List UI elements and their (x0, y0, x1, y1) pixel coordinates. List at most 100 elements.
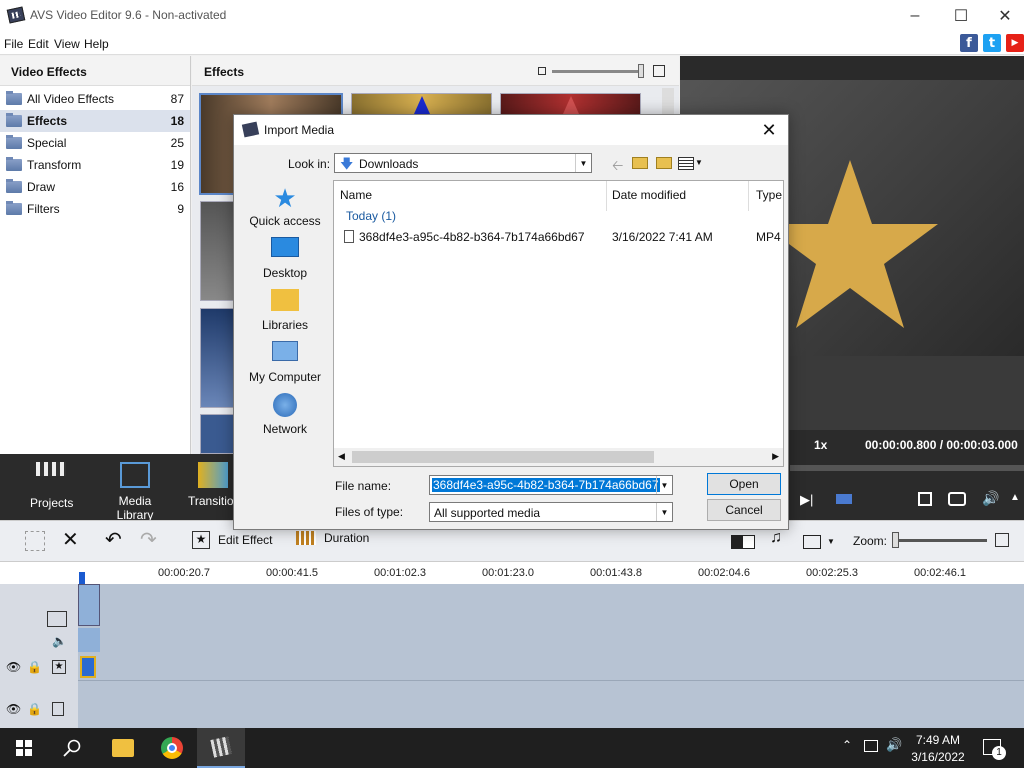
notification-count: 1 (992, 746, 1006, 760)
file-row[interactable]: 368df4e3-a95c-4b82-b364-7b174a66bd67 3/1… (334, 227, 783, 247)
facebook-icon[interactable]: f (960, 34, 978, 52)
category-all-video-effects[interactable]: All Video Effects 87 (0, 88, 190, 110)
horizontal-scrollbar[interactable]: ◀ ▶ (334, 448, 783, 466)
playhead[interactable] (79, 572, 85, 584)
preview-top-bar (680, 56, 1024, 80)
place-network[interactable]: Network (240, 393, 330, 445)
timeline-ruler[interactable]: 00:00:20.7 00:00:41.5 00:01:02.3 00:01:2… (0, 562, 1024, 584)
view-menu-icon[interactable] (678, 157, 694, 170)
video-clip[interactable] (78, 584, 100, 626)
fit-zoom-icon[interactable] (995, 533, 1009, 547)
menu-help[interactable]: Help (84, 37, 109, 51)
windows-start-icon[interactable] (16, 740, 32, 756)
column-name[interactable]: Name (340, 188, 372, 202)
audio-mixer-icon[interactable]: ♫ (770, 529, 782, 547)
column-divider[interactable] (606, 181, 607, 211)
place-my-computer[interactable]: My Computer (240, 341, 330, 393)
monitor-icon[interactable] (803, 535, 821, 549)
lock-icon[interactable]: 🔒 (27, 660, 42, 674)
volume-icon[interactable]: 🔊 (886, 737, 902, 753)
twitter-icon[interactable]: t (983, 34, 1001, 52)
cancel-button[interactable]: Cancel (707, 499, 781, 521)
menu-file[interactable]: File (4, 37, 23, 51)
duration-button[interactable]: Duration (296, 531, 369, 545)
category-transform[interactable]: Transform 19 (0, 154, 190, 176)
back-icon[interactable]: 🡠 (612, 155, 623, 179)
fullscreen-mode-icon[interactable] (836, 494, 852, 504)
chevron-down-icon[interactable]: ▼ (656, 476, 672, 494)
look-in-dropdown[interactable]: 🡇 Downloads ▼ (334, 153, 592, 173)
small-size-icon[interactable] (538, 67, 546, 75)
dropdown-icon[interactable]: ▼ (827, 537, 835, 546)
maximize-button[interactable]: ☐ (938, 0, 984, 31)
category-effects[interactable]: Effects 18 (0, 110, 190, 132)
close-button[interactable]: ✕ (982, 0, 1024, 31)
new-folder-icon[interactable] (656, 157, 672, 169)
up-folder-icon[interactable] (632, 157, 648, 169)
overlay-track-icon (52, 702, 64, 716)
menu-view[interactable]: View (54, 37, 80, 51)
column-divider[interactable] (748, 181, 749, 211)
effect-thumbnail[interactable] (500, 93, 641, 115)
minimize-button[interactable]: – (892, 0, 938, 31)
place-libraries[interactable]: Libraries (240, 289, 330, 341)
redo-icon[interactable]: ↷ (140, 527, 157, 552)
thumb-size-slider-handle[interactable] (638, 64, 644, 78)
place-quick-access[interactable]: ★ Quick access (240, 185, 330, 237)
clock-date[interactable]: 3/16/2022 (910, 750, 966, 764)
zoom-slider[interactable] (892, 539, 987, 542)
visibility-eye-icon[interactable]: 👁 (6, 702, 21, 716)
ruler-tick: 00:01:23.0 (482, 567, 534, 579)
search-icon[interactable] (63, 739, 81, 757)
timeline-area[interactable] (0, 584, 1024, 728)
file-explorer-icon[interactable] (112, 739, 134, 757)
place-desktop[interactable]: Desktop (240, 237, 330, 289)
undo-icon[interactable]: ↶ (105, 527, 122, 552)
category-special[interactable]: Special 25 (0, 132, 190, 154)
snapshot-icon[interactable] (948, 492, 966, 506)
group-header[interactable]: Today (1) (346, 209, 396, 223)
next-frame-icon[interactable]: ▶| (800, 492, 813, 508)
effect-clip[interactable] (80, 656, 96, 678)
open-button[interactable]: Open (707, 473, 781, 495)
expand-icon[interactable] (918, 492, 932, 506)
audio-track-icon: 🔈 (52, 634, 67, 648)
scroll-thumb[interactable] (352, 451, 654, 463)
scroll-right-icon[interactable]: ▶ (772, 451, 779, 462)
network-icon[interactable] (864, 740, 878, 752)
delete-icon[interactable]: ✕ (62, 527, 79, 552)
category-filters[interactable]: Filters 9 (0, 198, 190, 220)
column-type[interactable]: Type (756, 188, 782, 202)
category-draw[interactable]: Draw 16 (0, 176, 190, 198)
audio-clip[interactable] (78, 628, 100, 652)
thumb-size-slider[interactable] (552, 70, 644, 73)
film-strip-icon (296, 531, 316, 545)
visibility-eye-icon[interactable]: 👁 (6, 660, 21, 674)
projects-button[interactable]: Projects (30, 462, 73, 510)
youtube-icon[interactable]: ▶ (1006, 34, 1024, 52)
edit-effect-button[interactable]: ★ Edit Effect (192, 531, 272, 549)
preview-scrubber[interactable] (790, 465, 1024, 471)
files-of-type-dropdown[interactable]: All supported media ▼ (429, 502, 673, 522)
effect-track-icon: ★ (52, 660, 66, 674)
menu-arrow-icon[interactable]: ▲ (1010, 492, 1020, 503)
ruler-tick: 00:02:04.6 (698, 567, 750, 579)
split-icon[interactable] (731, 535, 755, 549)
volume-icon[interactable]: 🔊 (982, 490, 999, 507)
column-date-modified[interactable]: Date modified (612, 188, 686, 202)
dialog-close-icon[interactable]: ✕ (754, 115, 784, 145)
menu-edit[interactable]: Edit (28, 37, 49, 51)
effect-thumbnail[interactable] (351, 93, 492, 115)
show-hidden-icons[interactable]: ⌃ (842, 738, 852, 752)
clock-time[interactable]: 7:49 AM (912, 733, 964, 747)
file-list[interactable]: Name Date modified Type Today (1) 368df4… (333, 180, 784, 467)
speed-label[interactable]: 1x (814, 438, 827, 452)
media-library-button[interactable]: Media Library (100, 462, 170, 522)
large-size-icon[interactable] (653, 65, 665, 77)
file-name-input[interactable]: 368df4e3-a95c-4b82-b364-7b174a66bd67 ▼ (429, 475, 673, 495)
view-dropdown-icon[interactable]: ▼ (695, 158, 703, 167)
zoom-slider-handle[interactable] (892, 532, 899, 548)
lock-icon[interactable]: 🔒 (27, 702, 42, 716)
scroll-left-icon[interactable]: ◀ (338, 451, 345, 462)
storyboard-icon[interactable] (25, 531, 45, 551)
